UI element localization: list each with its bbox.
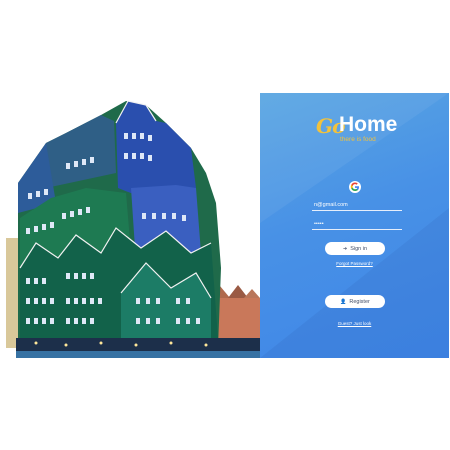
login-panel: Go Home there is food ➜ Sign in Forgot P… xyxy=(260,93,449,358)
logo-tagline: there is food xyxy=(340,136,376,143)
login-screen: Go Home there is food ➜ Sign in Forgot P… xyxy=(6,93,449,358)
sign-in-button[interactable]: ➜ Sign in xyxy=(325,242,385,255)
email-field[interactable] xyxy=(312,199,402,211)
google-icon xyxy=(350,182,359,191)
building-photo xyxy=(6,93,260,358)
password-field[interactable] xyxy=(312,218,402,230)
register-button[interactable]: 👤 Register xyxy=(325,295,385,308)
logo-home: Home xyxy=(339,113,398,136)
sign-in-label: Sign in xyxy=(350,245,368,252)
register-label: Register xyxy=(349,298,370,305)
sign-in-icon: ➜ xyxy=(342,245,348,252)
forgot-password-link[interactable]: Forgot Password? xyxy=(260,261,449,266)
guest-link[interactable]: Guest? Just look xyxy=(260,321,449,326)
google-sign-in-button[interactable] xyxy=(349,181,361,193)
user-plus-icon: 👤 xyxy=(340,298,347,305)
